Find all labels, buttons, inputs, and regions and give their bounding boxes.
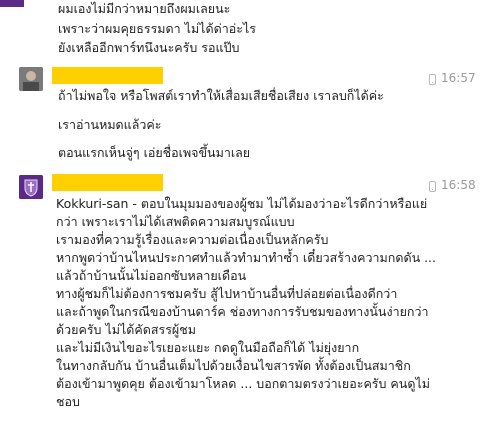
message-time: 16:57 — [441, 71, 476, 85]
message-text: และไม่มีเงินไขอะไรเยอะแยะ กดดูในมือถือก็… — [56, 340, 360, 355]
message-text: ด้วยครับ ไม่ได้คัดสรรผู้ชม — [56, 322, 196, 337]
message-text: ยังเหลืออีกพาร์ทนึงนะครับ รอแป๊บ — [58, 40, 240, 55]
message-text: กว่า เพราะเราไม่ได้เสพติดความสมบูรณ์แบบ — [56, 214, 295, 229]
sender-name-redacted — [52, 174, 163, 191]
message-text: และถ้าพูดในกรณีของบ้านดาร์ค ช่องทางการรั… — [56, 304, 429, 319]
person-avatar-icon — [19, 67, 43, 91]
phone-icon — [429, 181, 436, 192]
sender-name-redacted — [52, 67, 163, 84]
message-text: ในทางกลับกัน บ้านอื่นเต็มไปด้วยเงื่อนไขส… — [56, 358, 411, 373]
message-text: ผมเองไม่มีกว่าหมายถึงผมเลยนะ — [58, 1, 231, 16]
message-text: เพราะว่าผมคุยธรรมดา ไม่ได้ด่าอ่ะไร — [58, 21, 256, 36]
message-text: ต้องเข้ามาพูดคุย ต้องเข้ามาโหลด ... บอกต… — [56, 376, 430, 391]
message-text: แล้วถ้าบ้านนั้นไม่ออกซับหลายเดือน — [56, 268, 247, 283]
message-text: ถ้าไม่พอใจ หรือโพสต์เราทำให้เสื่อมเสียชื… — [58, 88, 384, 103]
message-text: ตอนแรกเห็นจู่ๆ เอ่ยชื่อเพจขึ้นมาเลย — [58, 145, 251, 160]
avatar[interactable] — [19, 175, 43, 199]
message-text: หากพูดว่าบ้านไหนประกาศทำแล้วทำมาทำซ้ำ เด… — [56, 250, 437, 265]
top-avatar-partial — [0, 0, 24, 7]
message-text: เราอ่านหมดแล้วค่ะ — [58, 117, 162, 132]
crest-avatar-icon — [19, 175, 43, 199]
message-text: Kokkuri-san - ตอบในมุมมองของผู้ชม ไม่ได้… — [56, 196, 428, 211]
message-text: เรามองที่ความรู้เรื่องและความต่อเนื่องเป… — [56, 232, 329, 247]
message-text: ชอบ — [56, 394, 80, 409]
message-time: 16:58 — [441, 178, 476, 192]
message-text: ทางผู้ชมก็ไม่ต้องการชมครับ สู้ไปหาบ้านอื… — [56, 286, 398, 301]
avatar[interactable] — [19, 67, 43, 91]
phone-icon — [429, 74, 436, 85]
